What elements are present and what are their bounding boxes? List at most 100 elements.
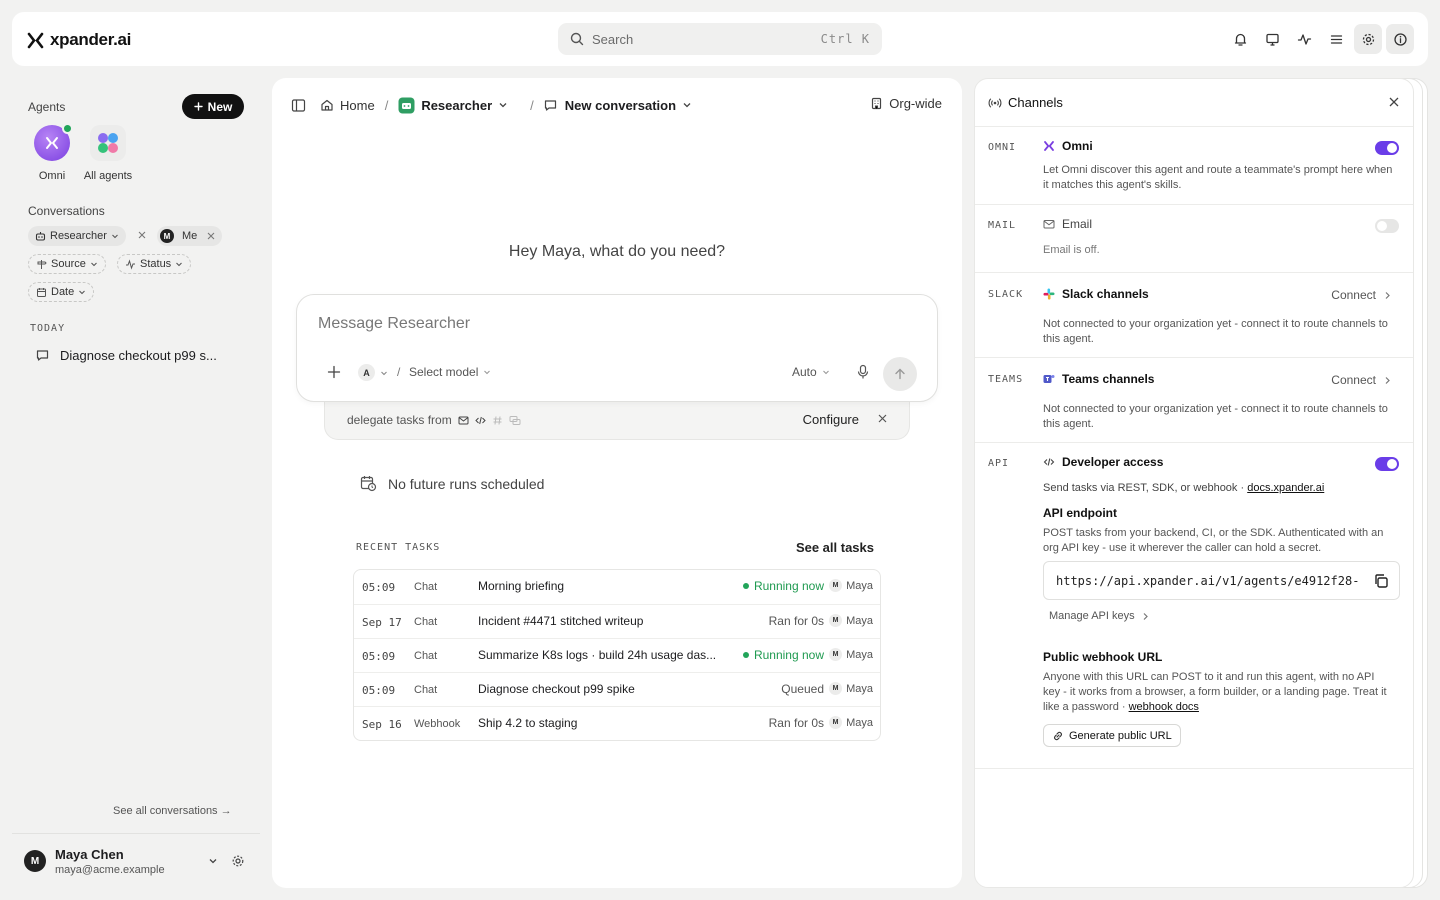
task-user-name: Maya (846, 614, 873, 627)
link-icon (1052, 730, 1064, 742)
configure-delegation-button[interactable]: Configure (803, 412, 859, 427)
api-endpoint-url[interactable]: https://api.xpander.ai/v1/agents/e4912f2… (1056, 574, 1358, 588)
table-row[interactable]: Sep 17 Chat Incident #4471 stitched writeu… (354, 604, 880, 638)
mail-toggle[interactable] (1375, 219, 1399, 233)
filter-date-chip[interactable]: Date (28, 282, 95, 302)
user-profile[interactable]: M Maya Chen maya@acme.example (12, 833, 260, 888)
table-row[interactable]: 05:09 Chat Summarize K8s logs · build 24h … (354, 638, 880, 672)
researcher-agent-icon (398, 97, 415, 114)
generate-public-url-button[interactable]: Generate public URL (1043, 724, 1181, 747)
table-row[interactable]: Sep 16 Webhook Ship 4.2 to staging Ran for … (354, 706, 880, 740)
chevron-down-icon[interactable] (208, 856, 218, 866)
grid-apps-icon (95, 130, 121, 156)
chevron-down-icon (498, 100, 508, 110)
info-icon[interactable] (1386, 24, 1414, 54)
table-row[interactable]: 05:09 Chat Morning briefing Running now M May… (354, 570, 880, 604)
mode-selector[interactable]: Auto (792, 365, 830, 379)
channel-name-label: Email (1062, 217, 1093, 231)
api-endpoint-heading: API endpoint (1043, 506, 1117, 520)
search-input[interactable]: Search Ctrl K (558, 23, 882, 55)
channel-omni: OMNI Omni Let Omni discover this agent a… (975, 127, 1413, 205)
new-agent-button[interactable]: New (182, 94, 244, 119)
breadcrumb-home[interactable]: Home (320, 98, 375, 113)
task-title[interactable]: Diagnose checkout p99 spike (478, 682, 730, 696)
breadcrumb-agent[interactable]: Researcher (398, 97, 508, 114)
copy-icon[interactable] (1373, 573, 1389, 589)
filter-status-chip[interactable]: Status (117, 254, 192, 274)
monitor-icon[interactable] (1258, 24, 1286, 54)
filter-status-label: Status (140, 258, 172, 270)
channels-title: Channels (988, 95, 1063, 110)
docs-link[interactable]: docs.xpander.ai (1247, 482, 1324, 494)
main-panel: Home / Researcher / New conversation Org… (272, 78, 962, 888)
see-all-tasks-link[interactable]: See all tasks (796, 540, 874, 555)
agent-picker[interactable]: A (358, 364, 388, 381)
top-icon-bar (1226, 24, 1414, 54)
filter-agent-chip[interactable]: Researcher (28, 226, 126, 246)
conversation-item[interactable]: Diagnose checkout p99 s... (36, 348, 217, 363)
attach-plus-icon[interactable] (327, 365, 341, 379)
generate-url-label: Generate public URL (1069, 729, 1172, 742)
remove-agent-filter-icon[interactable] (138, 231, 146, 239)
see-all-conversations-link[interactable]: See all conversations → (113, 805, 232, 817)
task-title[interactable]: Morning briefing (478, 579, 730, 593)
broadcast-icon (988, 96, 1002, 110)
brand-name: xpander.ai (50, 30, 132, 49)
channels-panel: Channels OMNI Omni Let Omni discover thi… (974, 78, 1414, 888)
mail-icon (458, 415, 469, 426)
close-icon[interactable] (1389, 97, 1399, 107)
manage-api-keys-link[interactable]: Manage API keys (1049, 610, 1149, 622)
brand-logo[interactable]: xpander.ai (27, 30, 131, 50)
breadcrumb-agent-label: Researcher (421, 97, 493, 113)
code-icon (475, 415, 486, 426)
connect-label: Connect (1331, 373, 1376, 387)
task-time: 05:09 (362, 581, 396, 594)
channel-code: MAIL (988, 220, 1017, 231)
user-avatar: M (24, 850, 46, 872)
message-composer[interactable]: Message Researcher A / Select model Auto (296, 294, 938, 402)
task-user-avatar: M (829, 579, 843, 592)
task-title[interactable]: Summarize K8s logs · build 24h usage das… (478, 648, 730, 662)
api-endpoint-field[interactable]: https://api.xpander.ai/v1/agents/e4912f2… (1043, 561, 1400, 600)
microphone-icon[interactable] (856, 364, 870, 380)
task-user: M Maya (829, 716, 873, 729)
filter-me-chip[interactable]: M Me (157, 226, 223, 246)
close-icon[interactable] (878, 414, 887, 423)
signpost-icon (36, 259, 47, 270)
sidebar-toggle-icon[interactable] (291, 98, 306, 113)
gear-icon[interactable] (1354, 24, 1382, 54)
slack-connect-button[interactable]: Connect (1331, 288, 1391, 302)
message-input[interactable]: Message Researcher (318, 315, 470, 333)
settings-gear-icon[interactable] (231, 854, 245, 868)
model-selector[interactable]: Select model (409, 365, 491, 379)
scope-selector[interactable]: Org-wide (870, 96, 942, 111)
breadcrumb-conversation[interactable]: New conversation (544, 98, 692, 113)
filter-source-label: Source (51, 258, 86, 270)
task-title[interactable]: Ship 4.2 to staging (478, 716, 730, 730)
send-button[interactable] (883, 357, 917, 391)
remove-me-filter-icon[interactable] (207, 232, 215, 240)
omni-toggle[interactable] (1375, 141, 1399, 155)
task-status-label: Ran for 0s (768, 614, 824, 628)
agent-all[interactable]: All agents (82, 125, 134, 182)
search-icon (570, 32, 584, 46)
task-user: M Maya (829, 648, 873, 661)
webhook-docs-link[interactable]: webhook docs (1129, 701, 1199, 713)
table-row[interactable]: 05:09 Chat Diagnose checkout p99 spike Queu… (354, 672, 880, 706)
breadcrumb-separator: / (530, 97, 534, 113)
task-source: Chat (414, 684, 438, 696)
chat-bubble-icon (36, 349, 49, 362)
list-icon[interactable] (1322, 24, 1350, 54)
robot-icon (35, 231, 46, 242)
online-indicator (62, 123, 73, 134)
activity-icon[interactable] (1290, 24, 1318, 54)
agent-omni[interactable]: Omni (26, 123, 78, 182)
teams-connect-button[interactable]: Connect (1331, 373, 1391, 387)
bell-icon[interactable] (1226, 24, 1254, 54)
api-toggle[interactable] (1375, 457, 1399, 471)
channel-description: Email is off. (1043, 244, 1100, 256)
chevron-down-icon (381, 371, 387, 375)
task-user-name: Maya (846, 648, 873, 661)
task-title[interactable]: Incident #4471 stitched writeup (478, 614, 730, 628)
filter-source-chip[interactable]: Source (28, 254, 106, 274)
